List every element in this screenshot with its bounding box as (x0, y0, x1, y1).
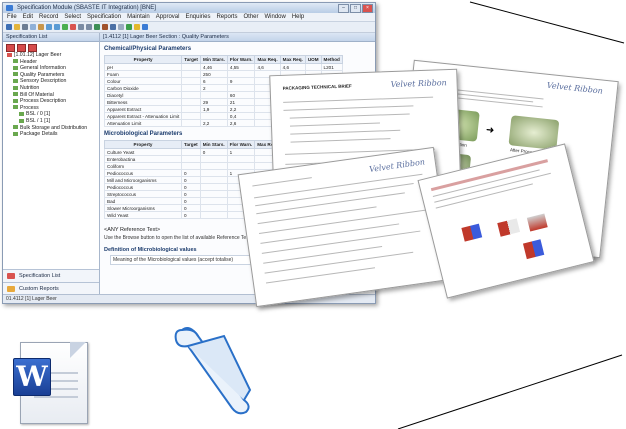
package-drawing (461, 223, 483, 242)
top-diagonal-line (469, 1, 625, 44)
bottom-diagonal-line (397, 354, 623, 429)
page-fold (70, 342, 86, 358)
package-drawing (497, 218, 521, 237)
brand-logo-text: Velvet Ribbon (546, 80, 604, 96)
scroll-icon (174, 327, 252, 415)
package-drawing (526, 213, 548, 232)
arrow-icon: ➜ (485, 124, 495, 137)
doc-title: PACKAGING TECHNICAL BRIEF (282, 83, 352, 91)
package-drawing (522, 239, 545, 260)
word-icon: W (13, 358, 51, 396)
document-spec-sheet: Velvet Ribbon (237, 146, 453, 308)
brand-logo-text: Velvet Ribbon (390, 78, 447, 90)
product-photo (508, 115, 560, 151)
brand-logo-text: Velvet Ribbon (368, 157, 426, 175)
